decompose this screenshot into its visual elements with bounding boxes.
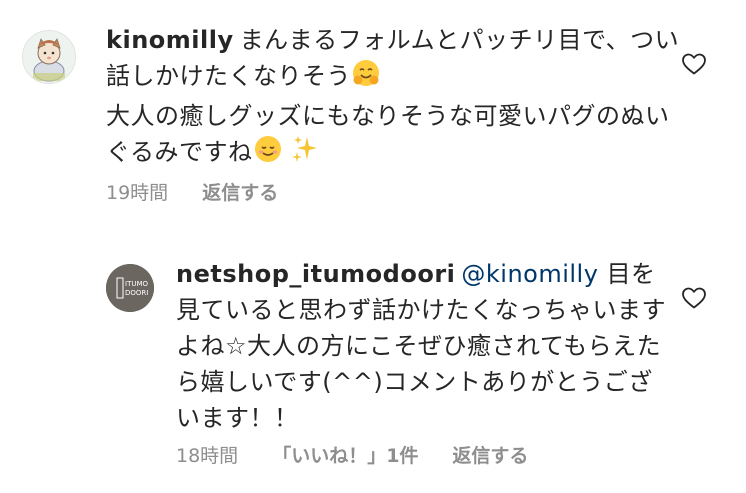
- hugging-face-icon: [351, 58, 381, 98]
- comment-username[interactable]: netshop_itumodoori: [176, 260, 455, 288]
- avatar-netshop-itumodoori[interactable]: ITUMO DOORI: [106, 264, 154, 312]
- logo-text-top: ITUMO: [125, 280, 149, 288]
- reply-body: netshop_itumodoori @kinomilly 目を見ていると思わず話…: [176, 256, 676, 436]
- shop-logo-icon: ITUMO DOORI: [106, 264, 154, 312]
- avatar-kinomilly[interactable]: [22, 30, 76, 84]
- comment-timestamp[interactable]: 18時間: [176, 441, 238, 468]
- comment-meta: 19時間 返信する: [106, 178, 278, 205]
- reply-button[interactable]: 返信する: [452, 441, 528, 468]
- mention-link[interactable]: @kinomilly: [461, 260, 598, 288]
- smiling-face-icon: [253, 134, 283, 174]
- like-heart-icon[interactable]: [681, 52, 707, 76]
- comment-username[interactable]: kinomilly: [106, 26, 234, 54]
- logo-text-bottom: DOORI: [125, 289, 148, 297]
- likes-count[interactable]: 「いいね！」1件: [272, 441, 418, 468]
- comment-text-2: 大人の癒しグッズにもなりそうな可愛いパグのぬいぐるみですね: [106, 102, 670, 166]
- like-heart-icon[interactable]: [681, 286, 707, 310]
- reply-button[interactable]: 返信する: [202, 178, 278, 205]
- cat-illustration-icon: [23, 31, 75, 83]
- reply-meta: 18時間 「いいね！」1件 返信する: [176, 441, 528, 468]
- sparkles-icon: [291, 134, 319, 174]
- comment-body: kinomilly まんまるフォルムとパッチリ目で、つい話しかけたくなりそう 大人…: [106, 22, 691, 174]
- comment-timestamp[interactable]: 19時間: [106, 178, 168, 205]
